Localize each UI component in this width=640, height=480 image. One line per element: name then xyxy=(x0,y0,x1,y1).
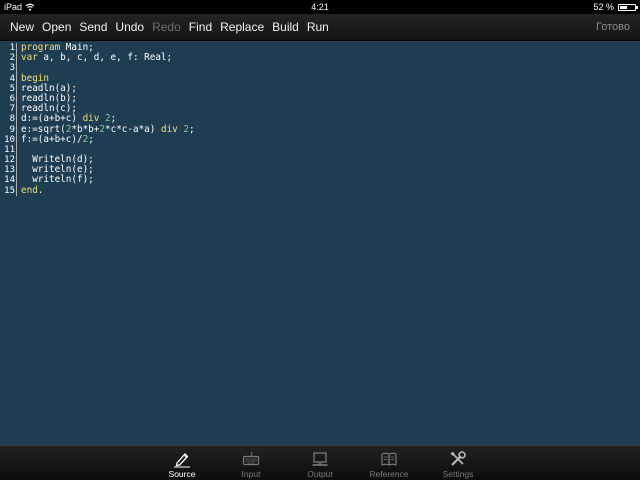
line-number: 9 xyxy=(9,124,15,135)
tab-label: Settings xyxy=(442,469,474,479)
tab-label: Output xyxy=(307,469,333,479)
replace-button[interactable]: Replace xyxy=(216,14,268,40)
pencil-icon xyxy=(174,453,190,468)
line-number: 12 xyxy=(4,155,15,166)
toolbar: New Open Send Undo Redo Find Replace Bui… xyxy=(0,14,640,41)
line-number: 10 xyxy=(4,134,15,145)
line-number: 7 xyxy=(9,104,15,115)
code-line: end. xyxy=(21,184,195,196)
code-token: ; xyxy=(88,133,94,145)
code-token: end xyxy=(21,184,38,196)
code-token: f:=(a+b+c)/ xyxy=(21,133,83,145)
code-token: div xyxy=(160,123,178,135)
status-time: 4:21 xyxy=(311,2,329,12)
redo-button[interactable]: Redo xyxy=(148,14,185,40)
code-line: writeln(f); xyxy=(21,175,195,185)
code-line: f:=(a+b+c)/2; xyxy=(21,133,195,145)
open-button[interactable]: Open xyxy=(38,14,75,40)
app-screen: iPad 4:21 52 % New Open Send Undo Redo F… xyxy=(0,0,640,480)
tab-output[interactable]: Output xyxy=(290,446,350,480)
build-button[interactable]: Build xyxy=(268,14,303,40)
monitor-icon xyxy=(312,452,328,466)
code-token: var xyxy=(21,52,38,64)
line-number: 6 xyxy=(9,93,15,104)
tab-bar: Source Input Output Reference Settings xyxy=(0,445,640,480)
run-button[interactable]: Run xyxy=(303,14,333,40)
tab-source[interactable]: Source xyxy=(152,446,212,480)
line-number: 2 xyxy=(9,53,15,64)
code-text[interactable]: program Main; var a, b, c, d, e, f: Real;… xyxy=(21,42,195,196)
tab-reference[interactable]: Reference xyxy=(359,446,419,480)
battery-percent: 52 % xyxy=(593,2,614,12)
line-number: 15 xyxy=(4,185,15,196)
battery-icon xyxy=(618,3,638,11)
code-token: . xyxy=(37,184,44,196)
line-number: 14 xyxy=(4,175,15,186)
send-button[interactable]: Send xyxy=(75,14,111,40)
tab-label: Reference xyxy=(369,469,409,479)
find-button[interactable]: Find xyxy=(185,14,216,40)
line-number: 8 xyxy=(9,114,15,125)
undo-button[interactable]: Undo xyxy=(111,14,148,40)
line-number: 4 xyxy=(9,73,15,84)
keyboard-icon xyxy=(242,451,260,466)
tab-settings[interactable]: Settings xyxy=(428,446,488,480)
code-line: var a, b, c, d, e, f: Real; xyxy=(21,53,195,63)
battery-fill xyxy=(620,5,628,9)
tab-label: Input xyxy=(241,469,261,479)
line-number: 3 xyxy=(9,63,15,74)
tab-input[interactable]: Input xyxy=(221,446,281,480)
status-bar: iPad 4:21 52 % xyxy=(0,0,640,14)
tab-label: Source xyxy=(168,469,196,479)
toolbar-buttons: New Open Send Undo Redo Find Replace Bui… xyxy=(6,14,333,40)
code-token: a, b, c, d, e, f: Real; xyxy=(37,52,173,64)
line-number: 13 xyxy=(4,165,15,176)
line-number: 5 xyxy=(9,83,15,94)
new-button[interactable]: New xyxy=(6,14,38,40)
book-icon xyxy=(381,452,397,466)
code-token: ; xyxy=(189,123,195,135)
code-editor[interactable]: 1 2 3 4 5 6 7 8 9 10 11 12 13 14 15 program Main; var a… xyxy=(0,41,640,445)
line-number-gutter: 1 2 3 4 5 6 7 8 9 10 11 12 13 14 15 xyxy=(0,43,17,196)
code-token: *c*c-a*a) xyxy=(105,123,161,135)
line-number: 11 xyxy=(4,144,15,155)
status-right: 52 % xyxy=(593,0,638,14)
line-number: 1 xyxy=(9,43,15,53)
done-button[interactable]: Готово xyxy=(596,14,630,40)
tools-icon xyxy=(450,451,466,466)
